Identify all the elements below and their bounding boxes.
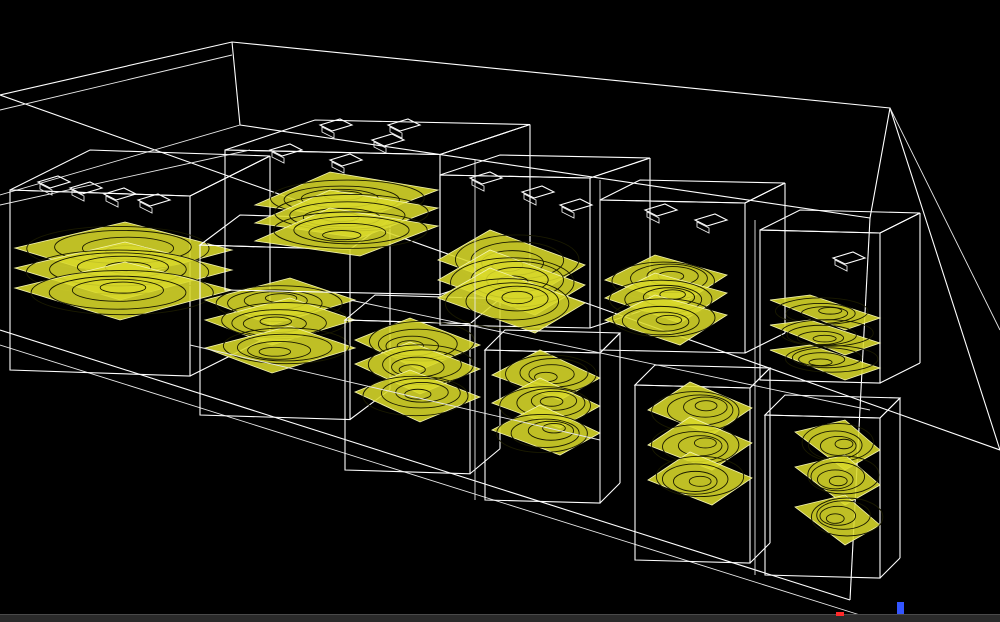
cabinet-edge — [439, 123, 531, 156]
vent-grille — [693, 213, 729, 227]
vent-grille — [328, 153, 364, 167]
cabinet-top — [439, 154, 651, 179]
contour-plane — [353, 369, 482, 423]
room-wireframe-scene — [0, 41, 1000, 616]
contour-plane — [794, 494, 884, 546]
3d-viewport[interactable] — [0, 0, 1000, 622]
room-edge — [869, 107, 891, 219]
vent-grille — [558, 198, 594, 212]
room-edge — [231, 41, 241, 126]
cabinet-edge — [879, 212, 921, 234]
vent-grille — [268, 143, 304, 157]
cabinet-edge — [189, 155, 271, 197]
plane-surface — [353, 369, 482, 423]
vent-grille — [136, 193, 172, 207]
plane-surface — [794, 494, 881, 546]
cabinet-top — [9, 149, 271, 197]
x-axis-marker — [836, 612, 844, 616]
cabinet-edge — [744, 182, 786, 204]
room-edge — [0, 54, 233, 111]
vent-grille — [831, 251, 867, 265]
cabinet-edge — [589, 157, 651, 179]
z-axis-marker — [897, 602, 904, 614]
cabinet-edge — [879, 557, 901, 579]
plane-surface — [647, 451, 753, 506]
cabinet-top — [763, 394, 902, 419]
vent-grille — [520, 185, 556, 199]
cabinet-edge — [599, 482, 621, 504]
vent-grille — [370, 133, 406, 147]
cabinet-rows — [0, 118, 921, 579]
contour-plane — [647, 451, 753, 506]
cabinet-edge — [749, 542, 771, 564]
room-edge — [889, 107, 1000, 331]
cabinet-edge — [879, 362, 921, 384]
vent-grille — [36, 175, 72, 189]
vent-grille — [386, 118, 422, 132]
